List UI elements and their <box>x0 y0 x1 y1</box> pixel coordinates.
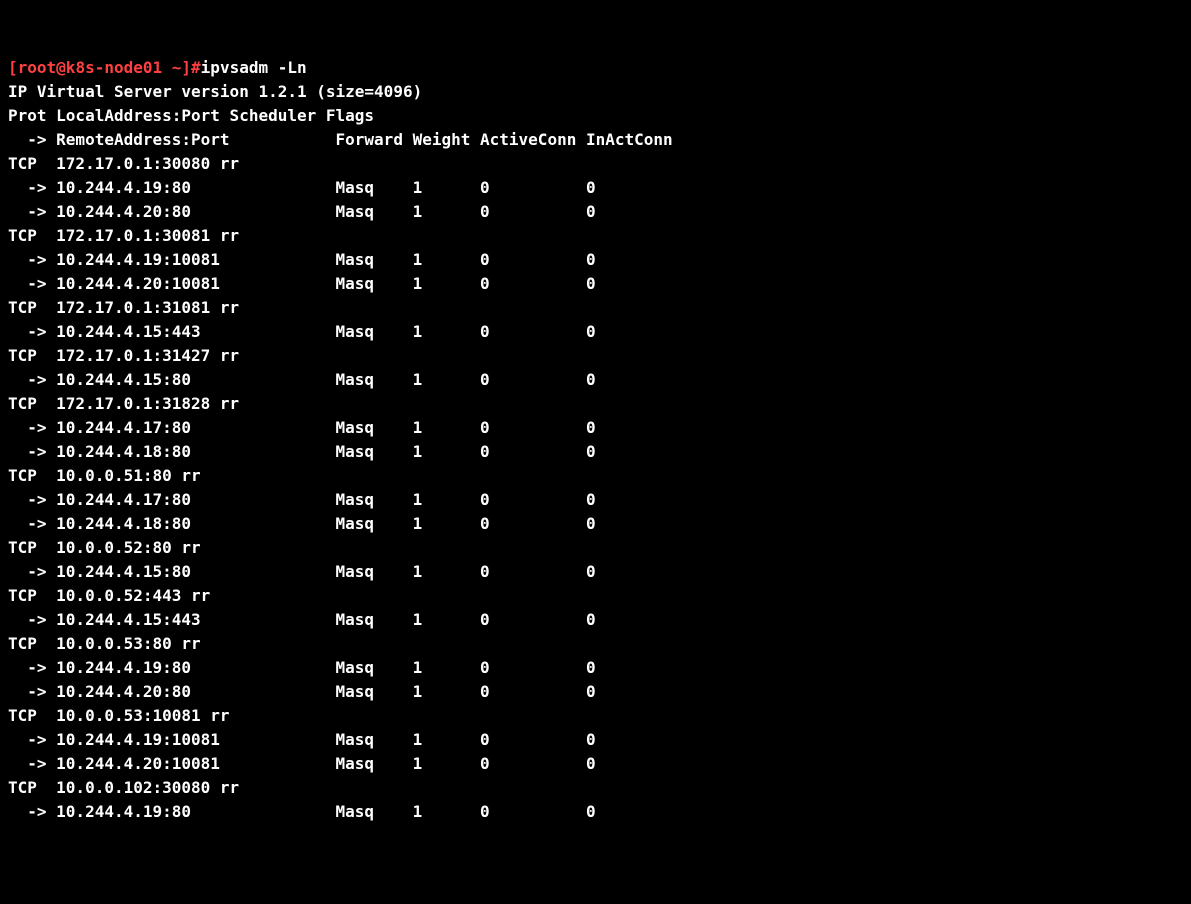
prompt-bracket-close: ]# <box>181 58 200 77</box>
ipvs-header-line-1: Prot LocalAddress:Port Scheduler Flags <box>8 106 374 125</box>
command-text[interactable]: ipvsadm -Ln <box>201 58 307 77</box>
prompt-bracket-open: [ <box>8 58 18 77</box>
prompt-user-host: root@k8s-node01 ~ <box>18 58 182 77</box>
ipvs-header-line-2: -> RemoteAddress:Port Forward Weight Act… <box>8 130 673 149</box>
ipvs-service-list: TCP 172.17.0.1:30080 rr -> 10.244.4.19:8… <box>8 154 596 821</box>
ipvs-version-line: IP Virtual Server version 1.2.1 (size=40… <box>8 82 422 101</box>
terminal-output: [root@k8s-node01 ~]#ipvsadm -Ln IP Virtu… <box>8 56 1183 824</box>
